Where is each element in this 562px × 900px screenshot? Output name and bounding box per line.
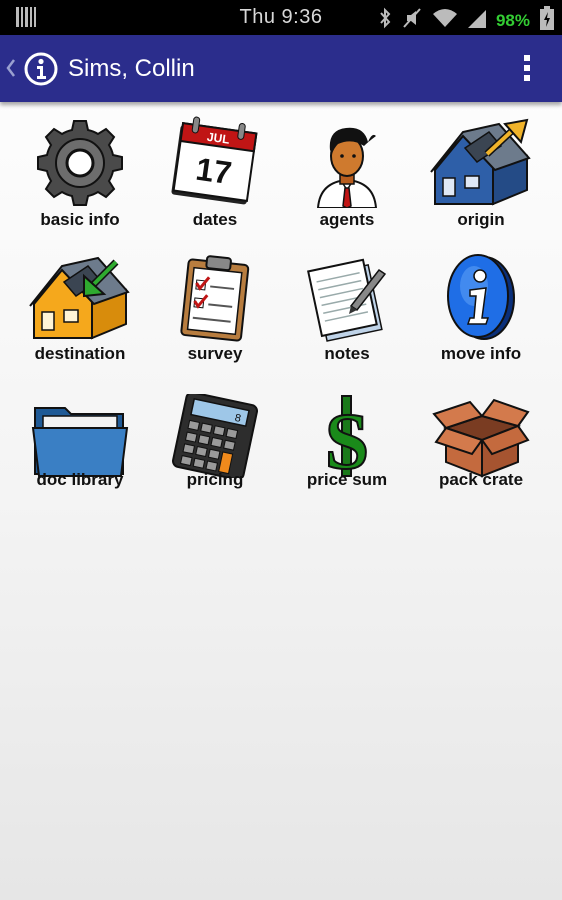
overflow-menu-icon[interactable] — [524, 55, 532, 85]
status-bar: Thu 9:36 98% — [0, 0, 562, 35]
battery-charging-icon — [540, 6, 554, 35]
tile-dates[interactable]: JUL 17 dates — [149, 116, 281, 234]
tile-agents[interactable]: agents — [281, 116, 413, 234]
tile-origin[interactable]: origin — [415, 116, 547, 234]
tile-label: pricing — [186, 470, 244, 489]
tile-pricing[interactable]: 8 pricing — [149, 386, 281, 504]
tile-notes[interactable]: notes — [281, 250, 413, 368]
tile-survey[interactable]: survey — [149, 250, 281, 368]
info-circle-icon — [415, 250, 547, 342]
tile-price-sum[interactable]: S price sum — [281, 386, 413, 504]
tile-destination[interactable]: destination — [14, 250, 146, 368]
origin-house-icon — [415, 116, 547, 208]
tile-label: price sum — [306, 470, 388, 489]
app-info-icon[interactable] — [24, 52, 58, 91]
tile-basic-info[interactable]: basic info — [14, 116, 146, 234]
mute-icon — [402, 7, 422, 34]
tile-label: pack crate — [438, 470, 524, 489]
battery-percentage: 98% — [495, 10, 530, 30]
action-bar: Sims, Collin — [0, 35, 562, 102]
bluetooth-icon — [378, 7, 392, 34]
page-title: Sims, Collin — [68, 55, 195, 82]
tile-label: agents — [319, 210, 375, 229]
tile-pack-crate[interactable]: pack crate — [415, 386, 547, 504]
signal-icon — [467, 8, 486, 33]
tile-label: survey — [187, 344, 243, 363]
tile-label: basic info — [40, 210, 120, 229]
tile-label: destination — [34, 344, 126, 363]
wifi-icon — [432, 8, 458, 33]
tile-label: dates — [192, 210, 238, 229]
tile-label: notes — [324, 344, 370, 363]
calculator-icon: 8 — [149, 386, 281, 478]
tile-label: doc library — [36, 470, 124, 489]
svg-text:S: S — [325, 398, 370, 478]
calendar-icon: JUL 17 — [149, 116, 281, 208]
calendar-day: 17 — [194, 151, 234, 192]
clipboard-survey-icon — [149, 250, 281, 342]
dollar-sign-icon: S — [281, 386, 413, 478]
tile-doc-library[interactable]: doc library — [14, 386, 146, 504]
destination-house-icon — [14, 250, 146, 342]
tile-move-info[interactable]: move info — [415, 250, 547, 368]
gear-icon — [14, 116, 146, 208]
tile-label: origin — [457, 210, 505, 229]
box-icon — [415, 386, 547, 478]
folder-icon — [14, 386, 146, 478]
back-chevron-icon[interactable] — [5, 57, 17, 84]
tile-label: move info — [440, 344, 522, 363]
notes-paper-icon — [281, 250, 413, 342]
agent-person-icon — [281, 116, 413, 208]
